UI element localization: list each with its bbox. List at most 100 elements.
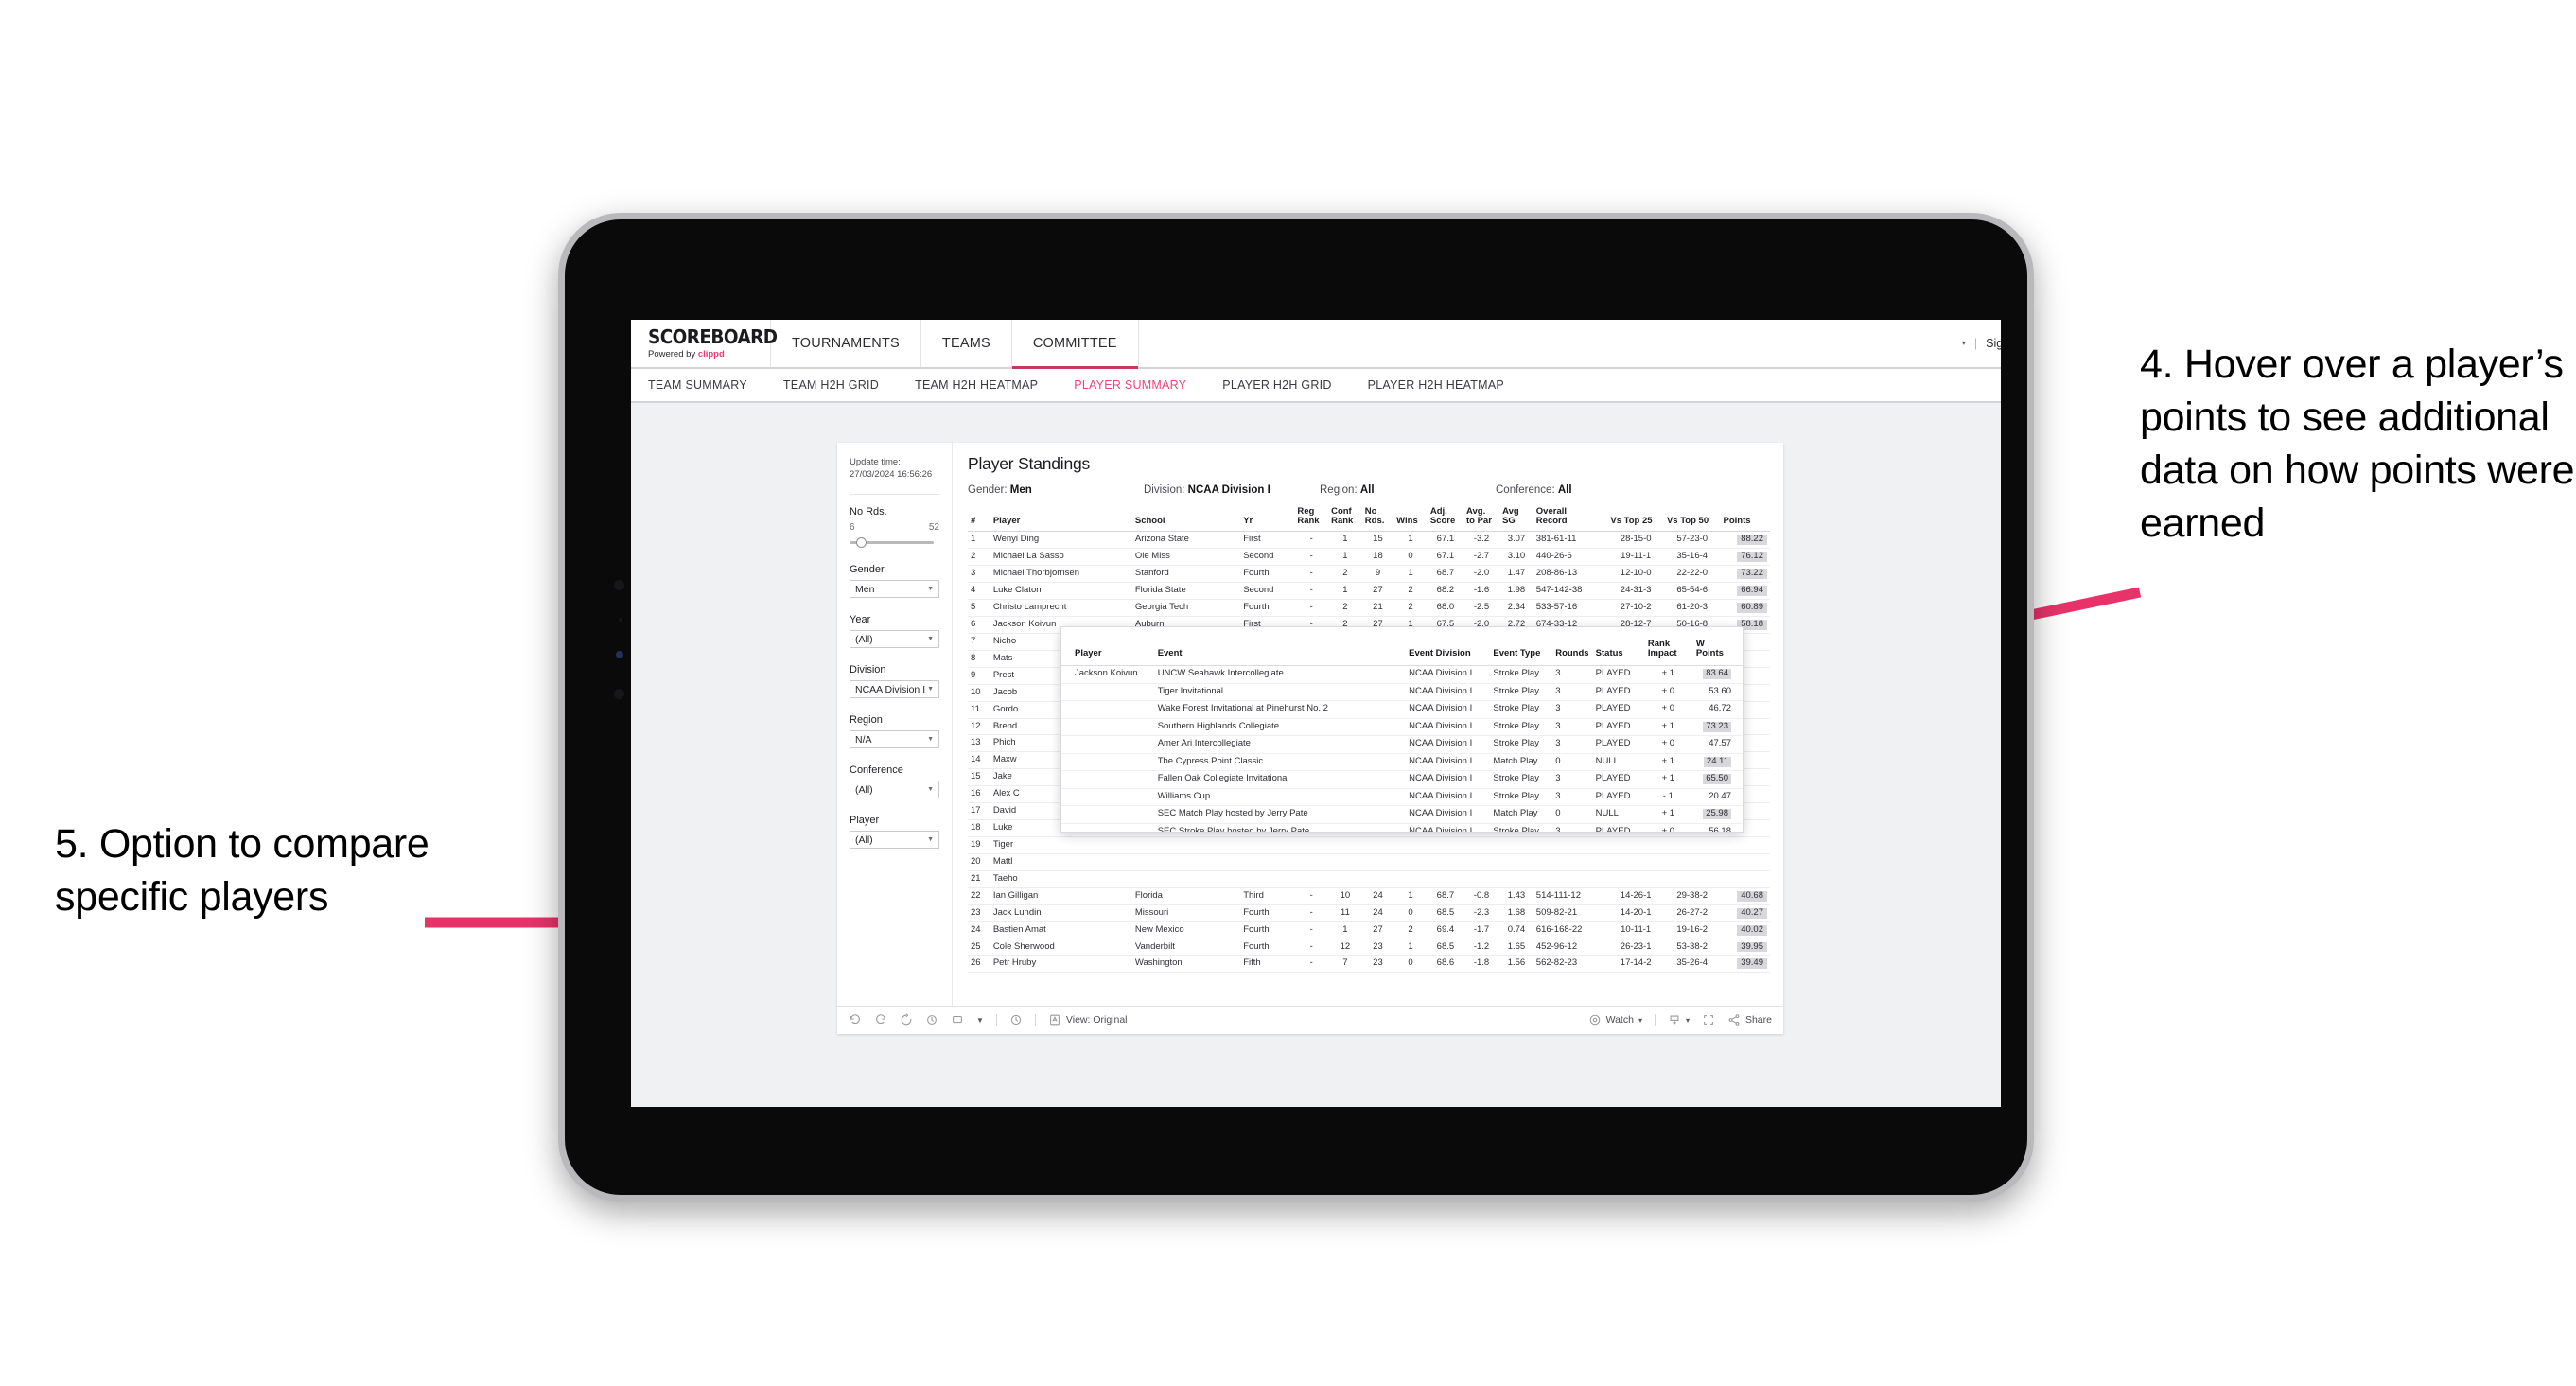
points-value[interactable]: 66.94 [1737, 585, 1767, 597]
table-row[interactable]: 25 Cole Sherwood Vanderbilt Fourth -12 23 1 68.… [968, 939, 1770, 956]
points-value[interactable]: 88.22 [1737, 534, 1767, 546]
points-value[interactable]: 60.89 [1737, 602, 1767, 613]
watch-button[interactable]: Watch ▾ [1588, 1013, 1642, 1026]
view-original-button[interactable]: View: Original [1048, 1013, 1128, 1026]
table-row[interactable]: 21 Taeho [968, 870, 1770, 888]
col-avg-to-par[interactable]: Avg. to Par [1463, 504, 1500, 533]
table-row[interactable]: 26 Petr Hruby Washington Fifth -7 23 0 68.6 -1.8… [968, 955, 1770, 974]
table-row[interactable]: 22 Ian Gilligan Florida Third -10 24 1 68.7 -0.8… [968, 887, 1770, 905]
division-select[interactable]: NCAA Division I ▼ [850, 680, 939, 699]
share-button[interactable]: Share [1727, 1013, 1772, 1026]
tablet-device: SCOREBOARD Powered by clippd TOURNAMENTS… [558, 213, 2034, 1202]
fullscreen-icon[interactable] [1702, 1013, 1715, 1026]
filter-division: Division NCAA Division I ▼ [850, 664, 939, 699]
col-rank[interactable]: # [968, 504, 990, 533]
vs-top-25-cell: 24-31-3 [1607, 582, 1664, 601]
year-select[interactable]: (All) ▼ [850, 630, 939, 649]
points-value[interactable]: 40.02 [1737, 924, 1767, 936]
slider-knob[interactable] [855, 537, 867, 549]
pause-icon[interactable] [951, 1013, 964, 1026]
col-vs-top-50[interactable]: Vs Top 50 [1663, 504, 1721, 533]
points-cell[interactable]: 66.94 [1720, 582, 1770, 601]
table-row[interactable]: 4 Luke Claton Florida State Second -1 27 2 68.2… [968, 582, 1770, 601]
points-cell[interactable]: 88.22 [1720, 531, 1770, 550]
refresh-icon[interactable] [925, 1013, 938, 1026]
points-cell[interactable]: 76.12 [1720, 548, 1770, 567]
table-row[interactable]: 1 Wenyi Ding Arizona State First -1 15 1 67.1 -3… [968, 531, 1770, 550]
undo-icon[interactable] [849, 1013, 862, 1026]
nav-tab-tournaments[interactable]: TOURNAMENTS [771, 319, 921, 367]
points-cell[interactable]: 39.49 [1720, 955, 1770, 974]
rank-cell: 21 [968, 870, 990, 888]
gender-select[interactable]: Men ▼ [850, 580, 939, 599]
points-value[interactable]: 76.12 [1737, 551, 1767, 563]
school-cell: Stanford [1131, 565, 1241, 584]
col-points[interactable]: Points [1720, 504, 1770, 533]
filter-no-rounds: No Rds. 6 52 [850, 506, 939, 549]
points-cell[interactable]: 40.68 [1720, 887, 1770, 905]
points-cell[interactable]: 39.95 [1720, 939, 1770, 956]
col-player[interactable]: Player [990, 504, 1132, 533]
wins-cell: 2 [1393, 582, 1428, 601]
subtab-player-h2h-heatmap[interactable]: PLAYER H2H HEATMAP [1350, 378, 1522, 392]
table-row[interactable]: 3 Michael Thorbjornsen Stanford Fourth -2 9 1 6… [968, 565, 1770, 584]
col-year[interactable]: Yr [1240, 504, 1295, 533]
subtab-team-summary[interactable]: TEAM SUMMARY [648, 378, 765, 392]
conference-select[interactable]: (All) ▼ [850, 781, 939, 799]
reg-rank-cell [1294, 870, 1329, 888]
app-header: SCOREBOARD Powered by clippd TOURNAMENTS… [631, 319, 2001, 369]
col-avg-sg[interactable]: Avg SG [1499, 504, 1533, 533]
table-row[interactable]: 2 Michael La Sasso Ole Miss Second -1 18 0 67.1… [968, 548, 1770, 567]
brand-logo[interactable]: SCOREBOARD Powered by clippd [631, 319, 778, 367]
toolbar-divider [1654, 1013, 1656, 1026]
table-row[interactable]: 20 Mattl [968, 853, 1770, 871]
col-conf-rank[interactable]: Conf Rank [1328, 504, 1362, 533]
points-cell[interactable] [1720, 853, 1770, 871]
w-points-value: 47.57 [1709, 738, 1731, 749]
points-cell[interactable]: 40.02 [1720, 921, 1770, 939]
sheet-toolbar-right: Watch ▾ ▾ Share [1588, 1013, 1772, 1026]
summary-conference: Conference: All [1496, 484, 1672, 496]
table-row[interactable]: 24 Bastien Amat New Mexico Fourth -1 27 2 69.4-… [968, 921, 1770, 939]
points-value[interactable]: 73.22 [1737, 568, 1767, 580]
chevron-down-icon[interactable]: ▼ [976, 1016, 984, 1025]
revert-icon[interactable] [900, 1013, 913, 1026]
col-adj-score[interactable]: Adj. Score [1427, 504, 1463, 533]
col-wins[interactable]: Wins [1393, 504, 1428, 533]
col-school[interactable]: School [1131, 504, 1241, 533]
nav-tab-committee[interactable]: COMMITTEE [1011, 319, 1139, 369]
subtab-team-h2h-grid[interactable]: TEAM H2H GRID [765, 378, 897, 392]
col-vs-top-25[interactable]: Vs Top 25 [1607, 504, 1664, 533]
points-cell[interactable] [1720, 836, 1770, 854]
player-select[interactable]: (All) ▼ [850, 831, 939, 850]
chevron-down-icon[interactable]: ▾ [1962, 339, 1966, 347]
no-rounds-slider[interactable] [850, 537, 939, 549]
table-row[interactable]: 23 Jack Lundin Missouri Fourth -11 24 0 68.5 -2.… [968, 904, 1770, 922]
reg-rank-cell [1294, 853, 1329, 871]
points-cell[interactable]: 40.27 [1720, 904, 1770, 922]
subscribe-button[interactable]: ▾ [1668, 1013, 1690, 1026]
points-cell[interactable]: 60.89 [1720, 599, 1770, 617]
subtab-team-h2h-heatmap[interactable]: TEAM H2H HEATMAP [897, 378, 1056, 392]
points-cell[interactable]: 73.22 [1720, 565, 1770, 584]
sign-out-link[interactable]: Sign out [1986, 337, 2001, 350]
table-row[interactable]: 5 Christo Lamprecht Georgia Tech Fourth -2 21… [968, 599, 1770, 617]
col-reg-rank[interactable]: Reg Rank [1294, 504, 1329, 533]
points-value[interactable]: 40.27 [1737, 907, 1767, 919]
table-row[interactable]: 19 Tiger [968, 836, 1770, 854]
points-value[interactable]: 39.49 [1737, 957, 1767, 970]
nav-tab-teams[interactable]: TEAMS [921, 319, 1012, 367]
col-no-rounds[interactable]: No Rds. [1361, 504, 1394, 533]
region-select[interactable]: N/A ▼ [850, 730, 939, 749]
points-cell[interactable] [1720, 870, 1770, 888]
points-value[interactable]: 39.95 [1737, 941, 1767, 953]
points-value[interactable]: 40.68 [1737, 890, 1767, 902]
subtab-player-summary[interactable]: PLAYER SUMMARY [1056, 378, 1204, 392]
no-rounds-cell [1361, 836, 1394, 854]
subtab-player-h2h-grid[interactable]: PLAYER H2H GRID [1204, 378, 1349, 392]
col-overall-record[interactable]: Overall Record [1533, 504, 1608, 533]
history-icon[interactable] [1009, 1013, 1023, 1026]
avg-sg-cell: 1.43 [1499, 887, 1533, 905]
tip-rounds-cell: 3 [1551, 788, 1592, 807]
redo-icon[interactable] [874, 1013, 887, 1026]
